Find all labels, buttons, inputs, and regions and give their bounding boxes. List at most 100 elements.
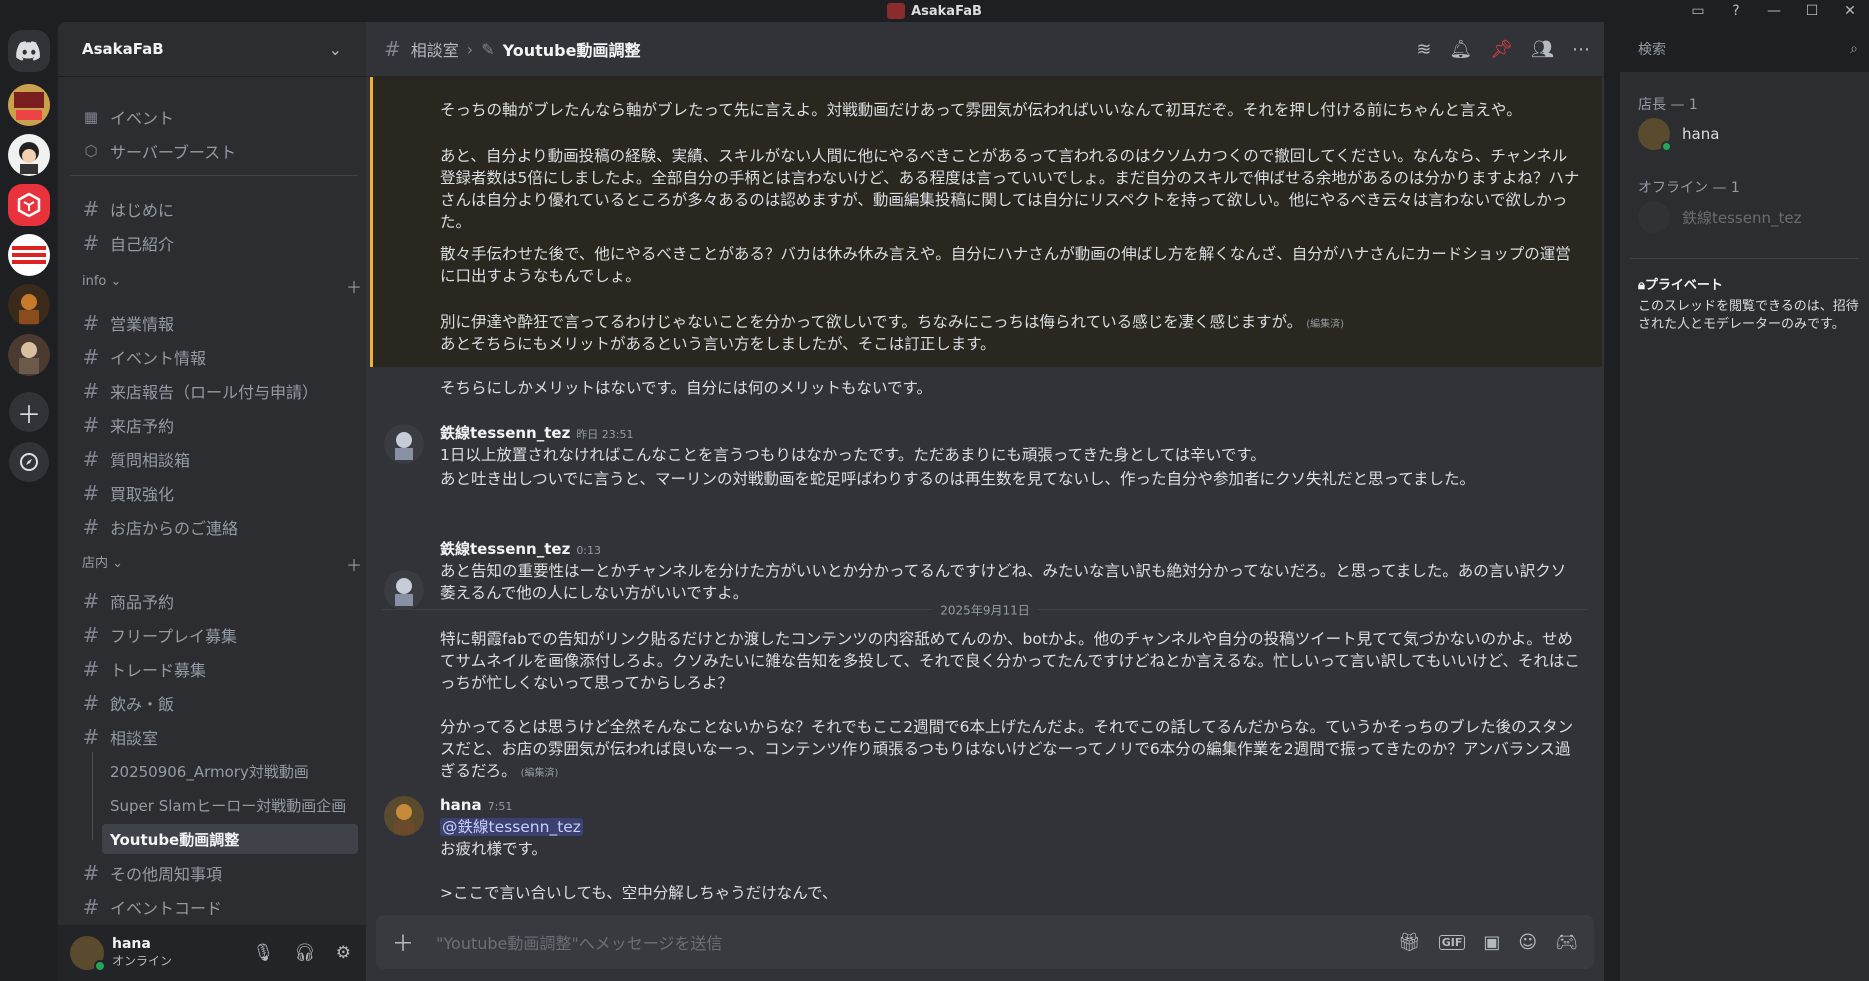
minimize-button[interactable]: — (1755, 0, 1793, 22)
channel-label: 商品予約 (110, 593, 175, 612)
thread-hash-icon: # (82, 657, 100, 681)
server-cube-icon[interactable] (8, 184, 50, 226)
message-text: あと、自分より動画投稿の経験、実績、スキルがない人間に他にやるべきことがあるって… (440, 147, 1580, 231)
server-knight-icon[interactable] (8, 334, 50, 376)
add-server-icon[interactable]: ＋ (9, 392, 49, 432)
message-text: 分かってるとは思うけど全然そんなことないからな？それでもここ2週間で6本上げたん… (440, 716, 1580, 785)
message-text: あとそちらにもメリットがあるという言い方をしましたが、そこは訂正します。 (440, 335, 996, 353)
help-icon[interactable]: ? (1717, 0, 1755, 22)
threads-icon[interactable]: ≋ (1416, 39, 1431, 60)
sidebar-divider (70, 175, 358, 176)
channel-event-code[interactable]: # イベントコード (82, 892, 222, 922)
message-text: 散々手伝わせた後で、他にやるべきことがある？バカは休み休み言えや。自分にハナさん… (440, 245, 1571, 285)
add-channel-icon[interactable]: ＋ (346, 274, 362, 298)
avatar[interactable] (384, 424, 424, 464)
thread-armory[interactable]: 20250906_Armory対戦動画 (110, 756, 309, 786)
window-title-group: AsakaFaB (887, 3, 982, 19)
thread-hash-icon: # (82, 725, 100, 749)
channel-buyback[interactable]: # 買取強化 (82, 478, 174, 508)
headphones-icon[interactable]: 🎧︎ (294, 943, 316, 963)
thread-hash-icon: # (82, 691, 100, 715)
server-name: AsakaFaB (82, 40, 164, 58)
server-header[interactable]: AsakaFaB ⌄ (58, 22, 366, 77)
message-author[interactable]: hana (440, 796, 482, 814)
channel-event-info[interactable]: # イベント情報 (82, 342, 206, 372)
channel-free-play[interactable]: # フリープレイ募集 (82, 620, 237, 650)
thread-hash-icon: # (384, 37, 401, 61)
sticker-icon[interactable]: ▣ (1483, 932, 1500, 953)
more-icon[interactable]: ⋯ (1572, 39, 1590, 60)
bell-icon[interactable]: 🔔︎ (1449, 39, 1472, 60)
channel-product-reservation[interactable]: # 商品予約 (82, 586, 174, 616)
avatar[interactable] (384, 570, 424, 610)
channel-visit-report[interactable]: # 来店報告（ロール付与申請） (82, 376, 318, 406)
chevron-down-icon: ⌄ (328, 39, 342, 59)
message-header: 鉄線tessenn_tez 0:13 (440, 538, 1580, 562)
server-warrior-icon[interactable] (8, 284, 50, 326)
member-divider (1630, 258, 1859, 259)
attach-plus-icon[interactable]: ＋ (392, 926, 414, 958)
events-item[interactable]: ▦ イベント (82, 102, 174, 132)
hash-icon: # (82, 447, 100, 471)
member-item[interactable]: hana (1638, 118, 1719, 152)
search-input[interactable]: 検索 ⌕ (1630, 32, 1866, 66)
message-input[interactable]: "Youtube動画調整"へメッセージを送信 (436, 930, 722, 954)
gear-icon[interactable]: ⚙ (336, 943, 351, 963)
category-info[interactable]: info ⌄ ＋ (82, 274, 362, 298)
discover-icon[interactable] (9, 442, 49, 482)
user-info[interactable]: hana オンライン (112, 936, 172, 970)
server-character-icon[interactable] (8, 134, 50, 176)
channel-label: 買取強化 (110, 485, 175, 504)
channel-label: フリープレイ募集 (110, 627, 238, 646)
lock-icon: 🔒︎ (1638, 278, 1645, 293)
maximize-button[interactable]: ☐ (1793, 0, 1831, 22)
message-text: 特に朝霞fabでの告知がリンク貼るだけとか渡したコンテンツの内容舐めてんのか、b… (440, 630, 1580, 692)
channel-hajimeni[interactable]: # はじめに (82, 194, 174, 224)
category-store[interactable]: 店内 ⌄ ＋ (82, 552, 362, 576)
gift-icon[interactable]: 🎁︎ (1398, 932, 1421, 953)
channel-visit-reservation[interactable]: # 来店予約 (82, 410, 174, 440)
channel-store-notice[interactable]: # お店からのご連絡 (82, 512, 238, 542)
thread-super-slam[interactable]: Super Slamヒーロー対戦動画企画 (110, 790, 346, 820)
channel-self-intro[interactable]: # 自己紹介 (82, 228, 174, 258)
message-header: hana 7:51 (440, 794, 1580, 818)
member-category: オフライン — 1 (1638, 180, 1740, 196)
server-asaka-icon[interactable] (8, 84, 50, 126)
channel-food[interactable]: # 飲み・飯 (82, 688, 174, 718)
message-author[interactable]: 鉄線tessenn_tez (440, 540, 570, 558)
search-placeholder: 検索 (1638, 42, 1666, 58)
hash-icon: # (82, 413, 100, 437)
inbox-icon[interactable]: ▭ (1679, 0, 1717, 22)
channel-label: 相談室 (110, 729, 159, 748)
parent-channel-link[interactable]: 相談室 (411, 37, 459, 61)
server-boost-item[interactable]: ⬡ サーバーブースト (82, 136, 236, 166)
message-composer[interactable]: ＋ "Youtube動画調整"へメッセージを送信 🎁︎ GIF ▣ ☺ 🎮︎ (376, 915, 1594, 969)
thread-youtube-selected[interactable]: Youtube動画調整 (102, 824, 358, 854)
emoji-icon[interactable]: ☺ (1518, 932, 1537, 953)
thread-title: Youtube動画調整 (502, 41, 641, 60)
message-author[interactable]: 鉄線tessenn_tez (440, 424, 570, 442)
user-mention[interactable]: @鉄線tessenn_tez (440, 818, 583, 836)
channel-questions[interactable]: # 質問相談箱 (82, 444, 190, 474)
channel-other-notices[interactable]: # その他周知事項 (82, 858, 222, 888)
server-logo-icon (887, 3, 906, 19)
gif-icon[interactable]: GIF (1438, 934, 1466, 950)
members-icon[interactable]: 👥︎ (1531, 39, 1554, 60)
activity-icon[interactable]: 🎮︎ (1555, 932, 1578, 953)
channel-trade[interactable]: # トレード募集 (82, 654, 206, 684)
avatar[interactable] (384, 796, 424, 836)
close-button[interactable]: ✕ (1831, 0, 1869, 22)
thread-hash-icon: # (82, 623, 100, 647)
server-stripes-icon[interactable] (8, 234, 50, 276)
user-status: オンライン (112, 954, 173, 968)
pin-icon[interactable]: 📌︎ (1490, 39, 1513, 60)
channel-label: 自己紹介 (110, 235, 175, 254)
channel-consultation[interactable]: # 相談室 (82, 722, 158, 752)
discord-home-icon[interactable] (8, 30, 50, 72)
member-item-offline[interactable]: 鉄線tessenn_tez (1638, 201, 1801, 233)
add-channel-icon[interactable]: ＋ (346, 552, 362, 576)
microphone-icon[interactable]: 🎙︎ (253, 943, 275, 963)
avatar[interactable] (70, 936, 106, 972)
channel-business-info[interactable]: # 営業情報 (82, 308, 174, 338)
window-title: AsakaFaB (911, 3, 982, 19)
